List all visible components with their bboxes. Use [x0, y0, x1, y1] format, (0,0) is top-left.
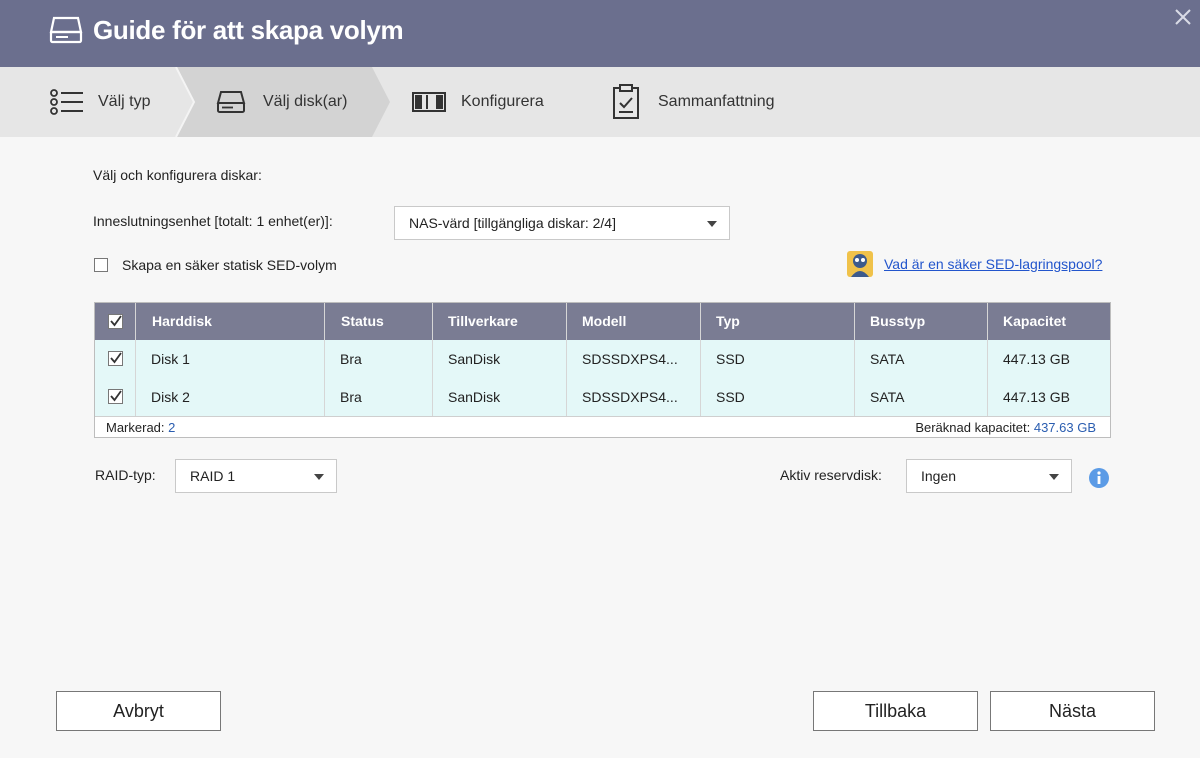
- cell-type: SSD: [716, 351, 745, 367]
- selected-count: Markerad: 2: [106, 420, 175, 435]
- estimated-capacity: Beräknad kapacitet: 437.63 GB: [915, 420, 1096, 435]
- cell-disk: Disk 2: [151, 389, 190, 405]
- wizard-steps: Välj typ Välj disk(ar) Konfigurera Samma…: [0, 67, 1200, 137]
- close-icon[interactable]: [1172, 6, 1194, 28]
- capacity-label: Beräknad kapacitet:: [915, 420, 1031, 435]
- raid-type-value: RAID 1: [190, 468, 236, 484]
- info-icon[interactable]: [1088, 467, 1110, 489]
- column-divider: [432, 303, 433, 416]
- column-divider: [566, 303, 567, 416]
- cell-bus: SATA: [870, 351, 905, 367]
- enclosure-select[interactable]: NAS-värd [tillgängliga diskar: 2/4]: [394, 206, 730, 240]
- spare-disk-value: Ingen: [921, 468, 957, 484]
- next-button[interactable]: Nästa: [990, 691, 1155, 731]
- drive-icon: [213, 87, 249, 117]
- spare-disk-select[interactable]: Ingen: [906, 459, 1072, 493]
- row-checkbox[interactable]: [108, 389, 123, 404]
- column-header-type[interactable]: Typ: [716, 303, 740, 340]
- raid-type-label: RAID-typ:: [95, 467, 156, 483]
- cancel-button[interactable]: Avbryt: [56, 691, 221, 731]
- column-header-status[interactable]: Status: [341, 303, 384, 340]
- column-divider: [854, 303, 855, 416]
- column-header-capacity[interactable]: Kapacitet: [1003, 303, 1066, 340]
- enclosure-value: NAS-värd [tillgängliga diskar: 2/4]: [409, 215, 616, 231]
- cell-bus: SATA: [870, 389, 905, 405]
- clipboard-icon: [608, 84, 644, 119]
- window-title: Guide för att skapa volym: [93, 15, 404, 45]
- cell-disk: Disk 1: [151, 351, 190, 367]
- list-icon: [48, 87, 84, 117]
- disk-table: Harddisk Status Tillverkare Modell Typ B…: [94, 302, 1111, 438]
- column-header-model[interactable]: Modell: [582, 303, 626, 340]
- configure-icon: [411, 87, 447, 117]
- title-bar: Guide för att skapa volym: [0, 0, 1200, 67]
- cell-capacity: 447.13 GB: [1003, 351, 1070, 367]
- step-select-type: Välj typ: [48, 67, 150, 137]
- chevron-down-icon: [1049, 474, 1059, 480]
- help-mascot-icon[interactable]: [845, 249, 875, 279]
- cell-vendor: SanDisk: [448, 389, 501, 405]
- sed-checkbox-label: Skapa en säker statisk SED-volym: [122, 257, 337, 273]
- select-all-checkbox[interactable]: [108, 314, 123, 329]
- capacity-value: 437.63 GB: [1033, 420, 1096, 435]
- table-header: Harddisk Status Tillverkare Modell Typ B…: [95, 303, 1110, 340]
- cell-vendor: SanDisk: [448, 351, 501, 367]
- cell-status: Bra: [340, 389, 362, 405]
- cell-type: SSD: [716, 389, 745, 405]
- sed-help-link[interactable]: Vad är en säker SED-lagringspool?: [884, 256, 1102, 272]
- table-row[interactable]: Disk 2 Bra SanDisk SDSSDXPS4... SSD SATA…: [95, 378, 1110, 416]
- raid-type-select[interactable]: RAID 1: [175, 459, 337, 493]
- column-header-vendor[interactable]: Tillverkare: [448, 303, 518, 340]
- column-divider: [700, 303, 701, 416]
- column-header-bus[interactable]: Busstyp: [870, 303, 925, 340]
- column-divider: [135, 303, 136, 416]
- cell-model: SDSSDXPS4...: [582, 389, 678, 405]
- table-footer: Markerad: 2 Beräknad kapacitet: 437.63 G…: [95, 416, 1110, 437]
- column-divider: [324, 303, 325, 416]
- step-label: Välj disk(ar): [263, 93, 348, 110]
- sed-checkbox[interactable]: [94, 258, 108, 272]
- step-select-disks: Välj disk(ar): [213, 67, 347, 137]
- cell-model: SDSSDXPS4...: [582, 351, 678, 367]
- step-configure: Konfigurera: [411, 67, 544, 137]
- step-summary: Sammanfattning: [608, 67, 775, 137]
- step-label: Sammanfattning: [658, 93, 775, 110]
- selected-label: Markerad:: [106, 420, 165, 435]
- cell-status: Bra: [340, 351, 362, 367]
- step-label: Konfigurera: [461, 93, 544, 110]
- cell-capacity: 447.13 GB: [1003, 389, 1070, 405]
- table-row[interactable]: Disk 1 Bra SanDisk SDSSDXPS4... SSD SATA…: [95, 340, 1110, 378]
- back-button[interactable]: Tillbaka: [813, 691, 978, 731]
- section-heading: Välj och konfigurera diskar:: [93, 167, 262, 183]
- row-checkbox[interactable]: [108, 351, 123, 366]
- enclosure-label: Inneslutningsenhet [totalt: 1 enhet(er)]…: [93, 213, 333, 229]
- step-label: Välj typ: [98, 93, 151, 110]
- selected-value: 2: [168, 420, 176, 435]
- drive-icon: [49, 16, 83, 44]
- spare-disk-label: Aktiv reservdisk:: [780, 467, 882, 483]
- column-header-harddisk[interactable]: Harddisk: [152, 303, 212, 340]
- chevron-down-icon: [707, 221, 717, 227]
- chevron-down-icon: [314, 474, 324, 480]
- column-divider: [987, 303, 988, 416]
